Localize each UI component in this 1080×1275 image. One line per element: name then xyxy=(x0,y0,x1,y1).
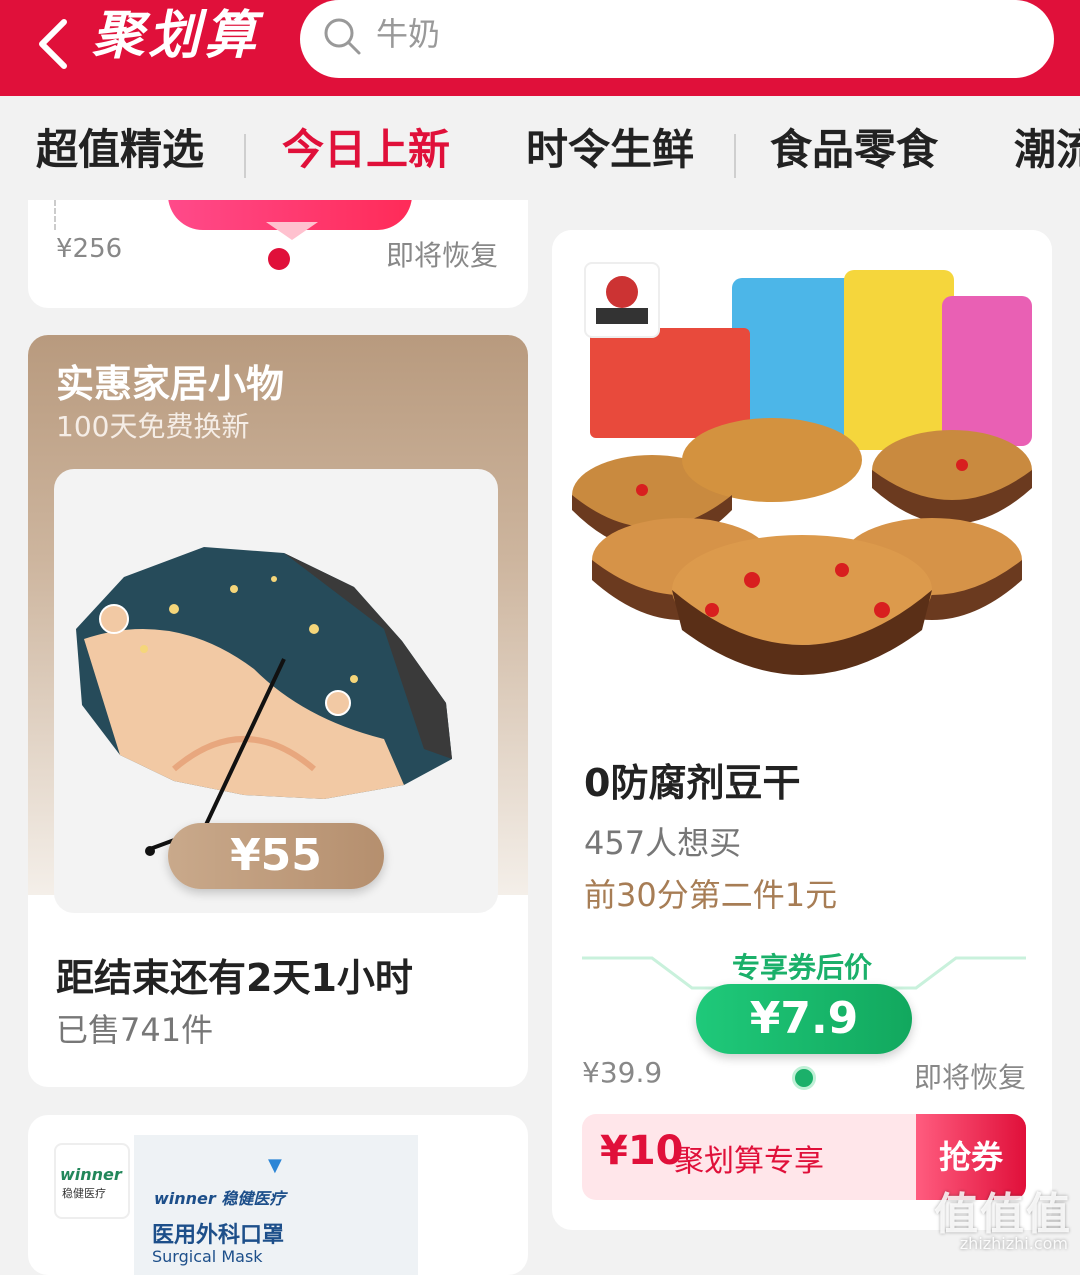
price-pill: ¥55 xyxy=(168,823,384,889)
restore-status: 即将恢复 xyxy=(385,239,498,272)
price-dot xyxy=(792,1066,816,1090)
search-placeholder: 牛奶 xyxy=(376,15,441,53)
want-count: 457人想买 xyxy=(584,824,742,862)
countdown-text: 距结束还有2天1小时 xyxy=(56,956,413,1000)
mask-brand: winner 稳健医疗 xyxy=(154,1189,286,1208)
coupon-amount: ¥10 xyxy=(600,1128,684,1174)
mask-product-card[interactable]: winner 稳健医疗 ▼ winner 稳健医疗 医用外科口罩 Surgica… xyxy=(28,1115,528,1275)
coupon-price-label: 专享券后价 xyxy=(731,951,872,984)
dashed-line xyxy=(54,200,56,230)
product-name: 0防腐剂豆干 xyxy=(584,761,801,805)
mask-image[interactable]: ▼ winner 稳健医疗 医用外科口罩 Surgical Mask xyxy=(134,1135,418,1275)
coupon-text: 聚划算专享 xyxy=(674,1144,824,1179)
tab-food-snacks[interactable]: 食品零食 xyxy=(770,124,938,176)
shop-logo xyxy=(584,262,660,338)
watermark: 值值值 xyxy=(934,1189,1072,1240)
tab-super-value[interactable]: 超值精选 xyxy=(36,124,204,176)
tab-trend[interactable]: 潮流 xyxy=(1014,124,1080,176)
home-goods-card[interactable]: 实惠家居小物 100天免费换新 ¥55 距结束还有2天1小时 已售741件 xyxy=(28,335,528,1087)
coupon-price-pill: ¥7.9 xyxy=(696,984,912,1054)
brand-title: 聚划算 xyxy=(92,6,261,66)
arrow-down-icon: ▼ xyxy=(268,1155,282,1176)
tab-new-today[interactable]: 今日上新 xyxy=(282,124,450,176)
logo-subtext: 稳健医疗 xyxy=(62,1187,106,1200)
mask-title: 医用外科口罩 xyxy=(152,1223,285,1248)
card-subtitle: 100天免费换新 xyxy=(56,410,250,443)
original-price: ¥39.9 xyxy=(582,1056,663,1089)
card-title: 实惠家居小物 xyxy=(56,362,285,406)
mask-subtitle: Surgical Mask xyxy=(152,1247,263,1266)
category-tabs: 超值精选 今日上新 时令生鲜 食品零食 潮流 xyxy=(0,96,1080,210)
product-card-partial[interactable]: ¥256 即将恢复 xyxy=(28,200,528,308)
search-input[interactable]: 牛奶 xyxy=(300,0,1054,78)
tab-divider xyxy=(734,134,736,178)
tab-divider xyxy=(244,134,246,178)
shop-logo: winner 稳健医疗 xyxy=(54,1143,130,1219)
restore-status: 即将恢复 xyxy=(913,1061,1026,1094)
tab-seasonal-fresh[interactable]: 时令生鲜 xyxy=(526,124,694,176)
promo-text: 前30分第二件1元 xyxy=(584,876,838,914)
logo-text: winner xyxy=(60,1165,122,1184)
watermark-url: zhizhizhi.com xyxy=(959,1234,1068,1253)
price-pointer xyxy=(266,222,318,240)
original-price: ¥256 xyxy=(56,234,123,264)
back-icon[interactable] xyxy=(28,14,84,74)
search-icon xyxy=(322,16,362,56)
price-dot xyxy=(268,248,290,270)
sold-count: 已售741件 xyxy=(56,1011,214,1049)
top-header: 聚划算 牛奶 xyxy=(0,0,1080,96)
tofu-product-card[interactable]: 0防腐剂豆干 457人想买 前30分第二件1元 专享券后价 ¥7.9 ¥39.9… xyxy=(552,230,1052,1230)
